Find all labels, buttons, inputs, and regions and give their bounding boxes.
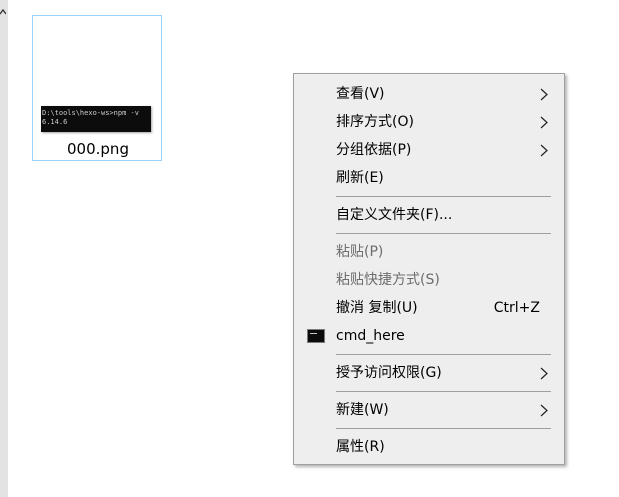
menu-item-properties[interactable]: 属性(R) — [294, 433, 564, 461]
chevron-right-icon — [540, 116, 548, 129]
menu-item-cmd-here[interactable]: cmd_here — [294, 322, 564, 350]
menu-item-label: 授予访问权限(G) — [336, 365, 442, 381]
menu-item-paste-shortcut: 粘贴快捷方式(S) — [294, 266, 564, 294]
menu-item-view[interactable]: 查看(V) — [294, 80, 564, 108]
menu-item-label: 查看(V) — [336, 86, 385, 102]
menu-item-paste: 粘贴(P) — [294, 238, 564, 266]
menu-item-sort-by[interactable]: 排序方式(O) — [294, 108, 564, 136]
menu-item-label: 撤消 复制(U) — [336, 300, 418, 316]
menu-item-label: 排序方式(O) — [336, 114, 414, 130]
menu-item-give-access[interactable]: 授予访问权限(G) — [294, 359, 564, 387]
menu-separator — [336, 233, 551, 234]
menu-item-new[interactable]: 新建(W) — [294, 396, 564, 424]
chevron-right-icon — [540, 367, 548, 380]
file-name-label: 000.png — [67, 140, 129, 158]
menu-item-shortcut: Ctrl+Z — [493, 300, 540, 316]
chevron-right-icon — [540, 88, 548, 101]
chevron-right-icon — [540, 404, 548, 417]
context-menu: 查看(V) 排序方式(O) 分组依据(P) 刷新(E) 自定义文件夹(F)... — [293, 73, 565, 465]
menu-item-label: 自定义文件夹(F)... — [336, 207, 453, 223]
menu-item-refresh[interactable]: 刷新(E) — [294, 164, 564, 192]
menu-item-label: 粘贴(P) — [336, 244, 384, 260]
menu-item-undo-copy[interactable]: 撤消 复制(U) Ctrl+Z — [294, 294, 564, 322]
navigation-pane-edge — [0, 0, 8, 497]
file-thumbnail: D:\tools\hexo-ws>npm -v 6.14.6 — [41, 106, 151, 132]
file-item[interactable]: D:\tools\hexo-ws>npm -v 6.14.6 000.png — [32, 15, 162, 161]
menu-separator — [336, 391, 551, 392]
menu-item-customize-folder[interactable]: 自定义文件夹(F)... — [294, 201, 564, 229]
chevron-up-icon — [0, 8, 6, 15]
cmd-icon — [307, 329, 325, 343]
menu-item-label: 分组依据(P) — [336, 142, 412, 158]
menu-item-label: 粘贴快捷方式(S) — [336, 272, 440, 288]
menu-item-label: 刷新(E) — [336, 170, 384, 186]
menu-item-label: 新建(W) — [336, 402, 389, 418]
menu-item-label: cmd_here — [336, 328, 405, 344]
menu-separator — [336, 428, 551, 429]
chevron-right-icon — [540, 144, 548, 157]
menu-item-label: 属性(R) — [336, 439, 385, 455]
menu-item-group-by[interactable]: 分组依据(P) — [294, 136, 564, 164]
menu-separator — [336, 196, 551, 197]
menu-separator — [336, 354, 551, 355]
desktop-area[interactable]: D:\tools\hexo-ws>npm -v 6.14.6 000.png 查… — [0, 0, 619, 497]
